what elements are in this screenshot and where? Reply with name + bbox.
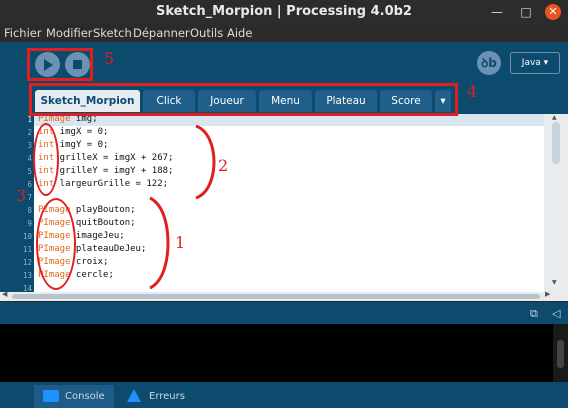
minimize-button[interactable]: — xyxy=(489,4,505,20)
horizontal-scrollbar[interactable]: ◀ ▶ xyxy=(0,290,568,301)
window-title: Sketch_Morpion | Processing 4.0b2 xyxy=(156,4,412,19)
scroll-left-icon[interactable]: ◀ xyxy=(2,290,7,298)
menu-outils[interactable]: Outils xyxy=(190,26,223,40)
scroll-down-icon[interactable]: ▼ xyxy=(552,279,557,286)
line-number: 8 xyxy=(27,206,32,215)
console-tab[interactable]: Console xyxy=(34,385,114,408)
copy-console-icon[interactable]: ⧉ xyxy=(530,307,538,321)
errors-tab[interactable]: Erreurs xyxy=(118,385,196,408)
console-scrollbar[interactable] xyxy=(553,324,568,382)
maximize-button[interactable]: □ xyxy=(518,4,534,20)
mode-selector[interactable]: Java ▾ xyxy=(510,52,560,74)
line-number: 2 xyxy=(27,128,32,137)
line-number: 10 xyxy=(22,232,32,241)
warning-icon xyxy=(127,389,141,402)
menu-sketch[interactable]: Sketch xyxy=(93,26,132,40)
scroll-thumb[interactable] xyxy=(552,122,560,164)
line-number: 12 xyxy=(22,258,32,267)
scroll-right-icon[interactable]: ▶ xyxy=(545,290,550,298)
line-number: 11 xyxy=(22,245,32,254)
menu-modifier[interactable]: Modifier xyxy=(46,26,93,40)
line-number: 3 xyxy=(27,141,32,150)
menu-depanner[interactable]: Dépanner xyxy=(133,26,190,40)
scroll-thumb[interactable] xyxy=(557,340,564,368)
annotation-number: 3 xyxy=(16,186,27,205)
menu-aide[interactable]: Aide xyxy=(227,26,252,40)
annotation-number: 2 xyxy=(218,156,229,175)
title-bar: Sketch_Morpion | Processing 4.0b2 — □ ✕ xyxy=(0,0,568,24)
line-number: 5 xyxy=(27,167,32,176)
console-icon xyxy=(43,390,59,402)
console-output xyxy=(0,324,568,382)
scroll-thumb[interactable] xyxy=(12,294,540,299)
close-button[interactable]: ✕ xyxy=(545,4,561,20)
vertical-scrollbar[interactable]: ▲ ▼ xyxy=(544,114,568,292)
line-number: 1 xyxy=(27,115,32,124)
annotation-box-run-stop xyxy=(27,48,93,81)
menu-bar: Fichier Modifier Sketch Dépanner Outils … xyxy=(0,24,568,42)
code-line: int largeurGrille = 122; xyxy=(38,179,169,189)
annotation-number: 1 xyxy=(175,233,186,252)
annotation-ellipse-pimage xyxy=(36,198,76,290)
line-number: 4 xyxy=(27,154,32,163)
annotation-ellipse-int xyxy=(33,123,59,196)
scroll-up-icon[interactable]: ▲ xyxy=(552,114,557,121)
menu-fichier[interactable]: Fichier xyxy=(4,26,42,40)
debugger-icon[interactable]: ꝺb xyxy=(477,51,501,75)
line-number: 13 xyxy=(22,271,32,280)
annotation-brace-2 xyxy=(195,124,216,200)
collapse-console-icon[interactable]: ◁ xyxy=(552,307,560,320)
status-bar: ⧉ ◁ xyxy=(0,302,568,324)
code-editor[interactable]: 1 2 3 4 5 6 7 8 9 10 11 12 13 14 PImage … xyxy=(0,114,568,301)
annotation-number: 5 xyxy=(104,49,115,68)
line-number: 9 xyxy=(27,219,32,228)
bottom-tabs: Console Erreurs xyxy=(0,382,568,408)
annotation-box-tabs xyxy=(29,83,458,116)
annotation-number: 4 xyxy=(467,82,478,101)
annotation-brace-1 xyxy=(149,196,170,290)
